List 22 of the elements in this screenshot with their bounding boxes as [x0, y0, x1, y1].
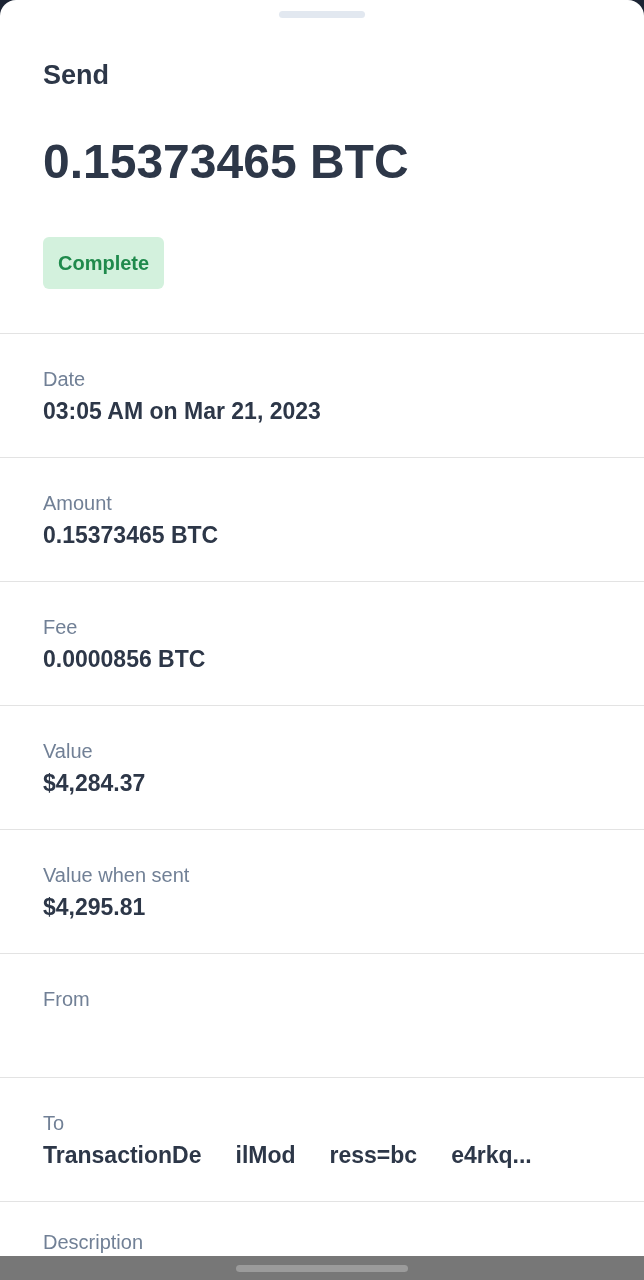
detail-value: $4,295.81: [43, 893, 147, 921]
detail-label: To: [43, 1111, 66, 1135]
home-indicator[interactable]: [236, 1264, 408, 1272]
address-fragment: ilMod: [235, 1141, 296, 1169]
detail-label: Value: [43, 739, 94, 763]
amount-heading: 0.15373465 BTC: [43, 134, 409, 190]
status-badge: Complete: [43, 237, 165, 289]
address-fragment: e4rkq...: [451, 1141, 532, 1169]
detail-label: Description: [43, 1230, 145, 1254]
sheet-title: Send: [43, 59, 109, 91]
detail-label: Amount: [43, 491, 113, 515]
drag-handle[interactable]: [279, 11, 365, 18]
detail-label: Value when sent: [43, 863, 191, 887]
detail-value: 03:05 AM on Mar 21, 2023: [43, 397, 322, 425]
detail-value: 0.15373465 BTC: [43, 521, 220, 549]
detail-label: Date: [43, 367, 87, 391]
detail-value: 0.0000856 BTC: [43, 645, 207, 673]
detail-label: Fee: [43, 615, 79, 639]
address-fragment: TransactionDe: [43, 1141, 202, 1169]
address-fragment: ress=bc: [329, 1141, 418, 1169]
detail-label: From: [43, 987, 91, 1011]
detail-value: $4,284.37: [43, 769, 147, 797]
